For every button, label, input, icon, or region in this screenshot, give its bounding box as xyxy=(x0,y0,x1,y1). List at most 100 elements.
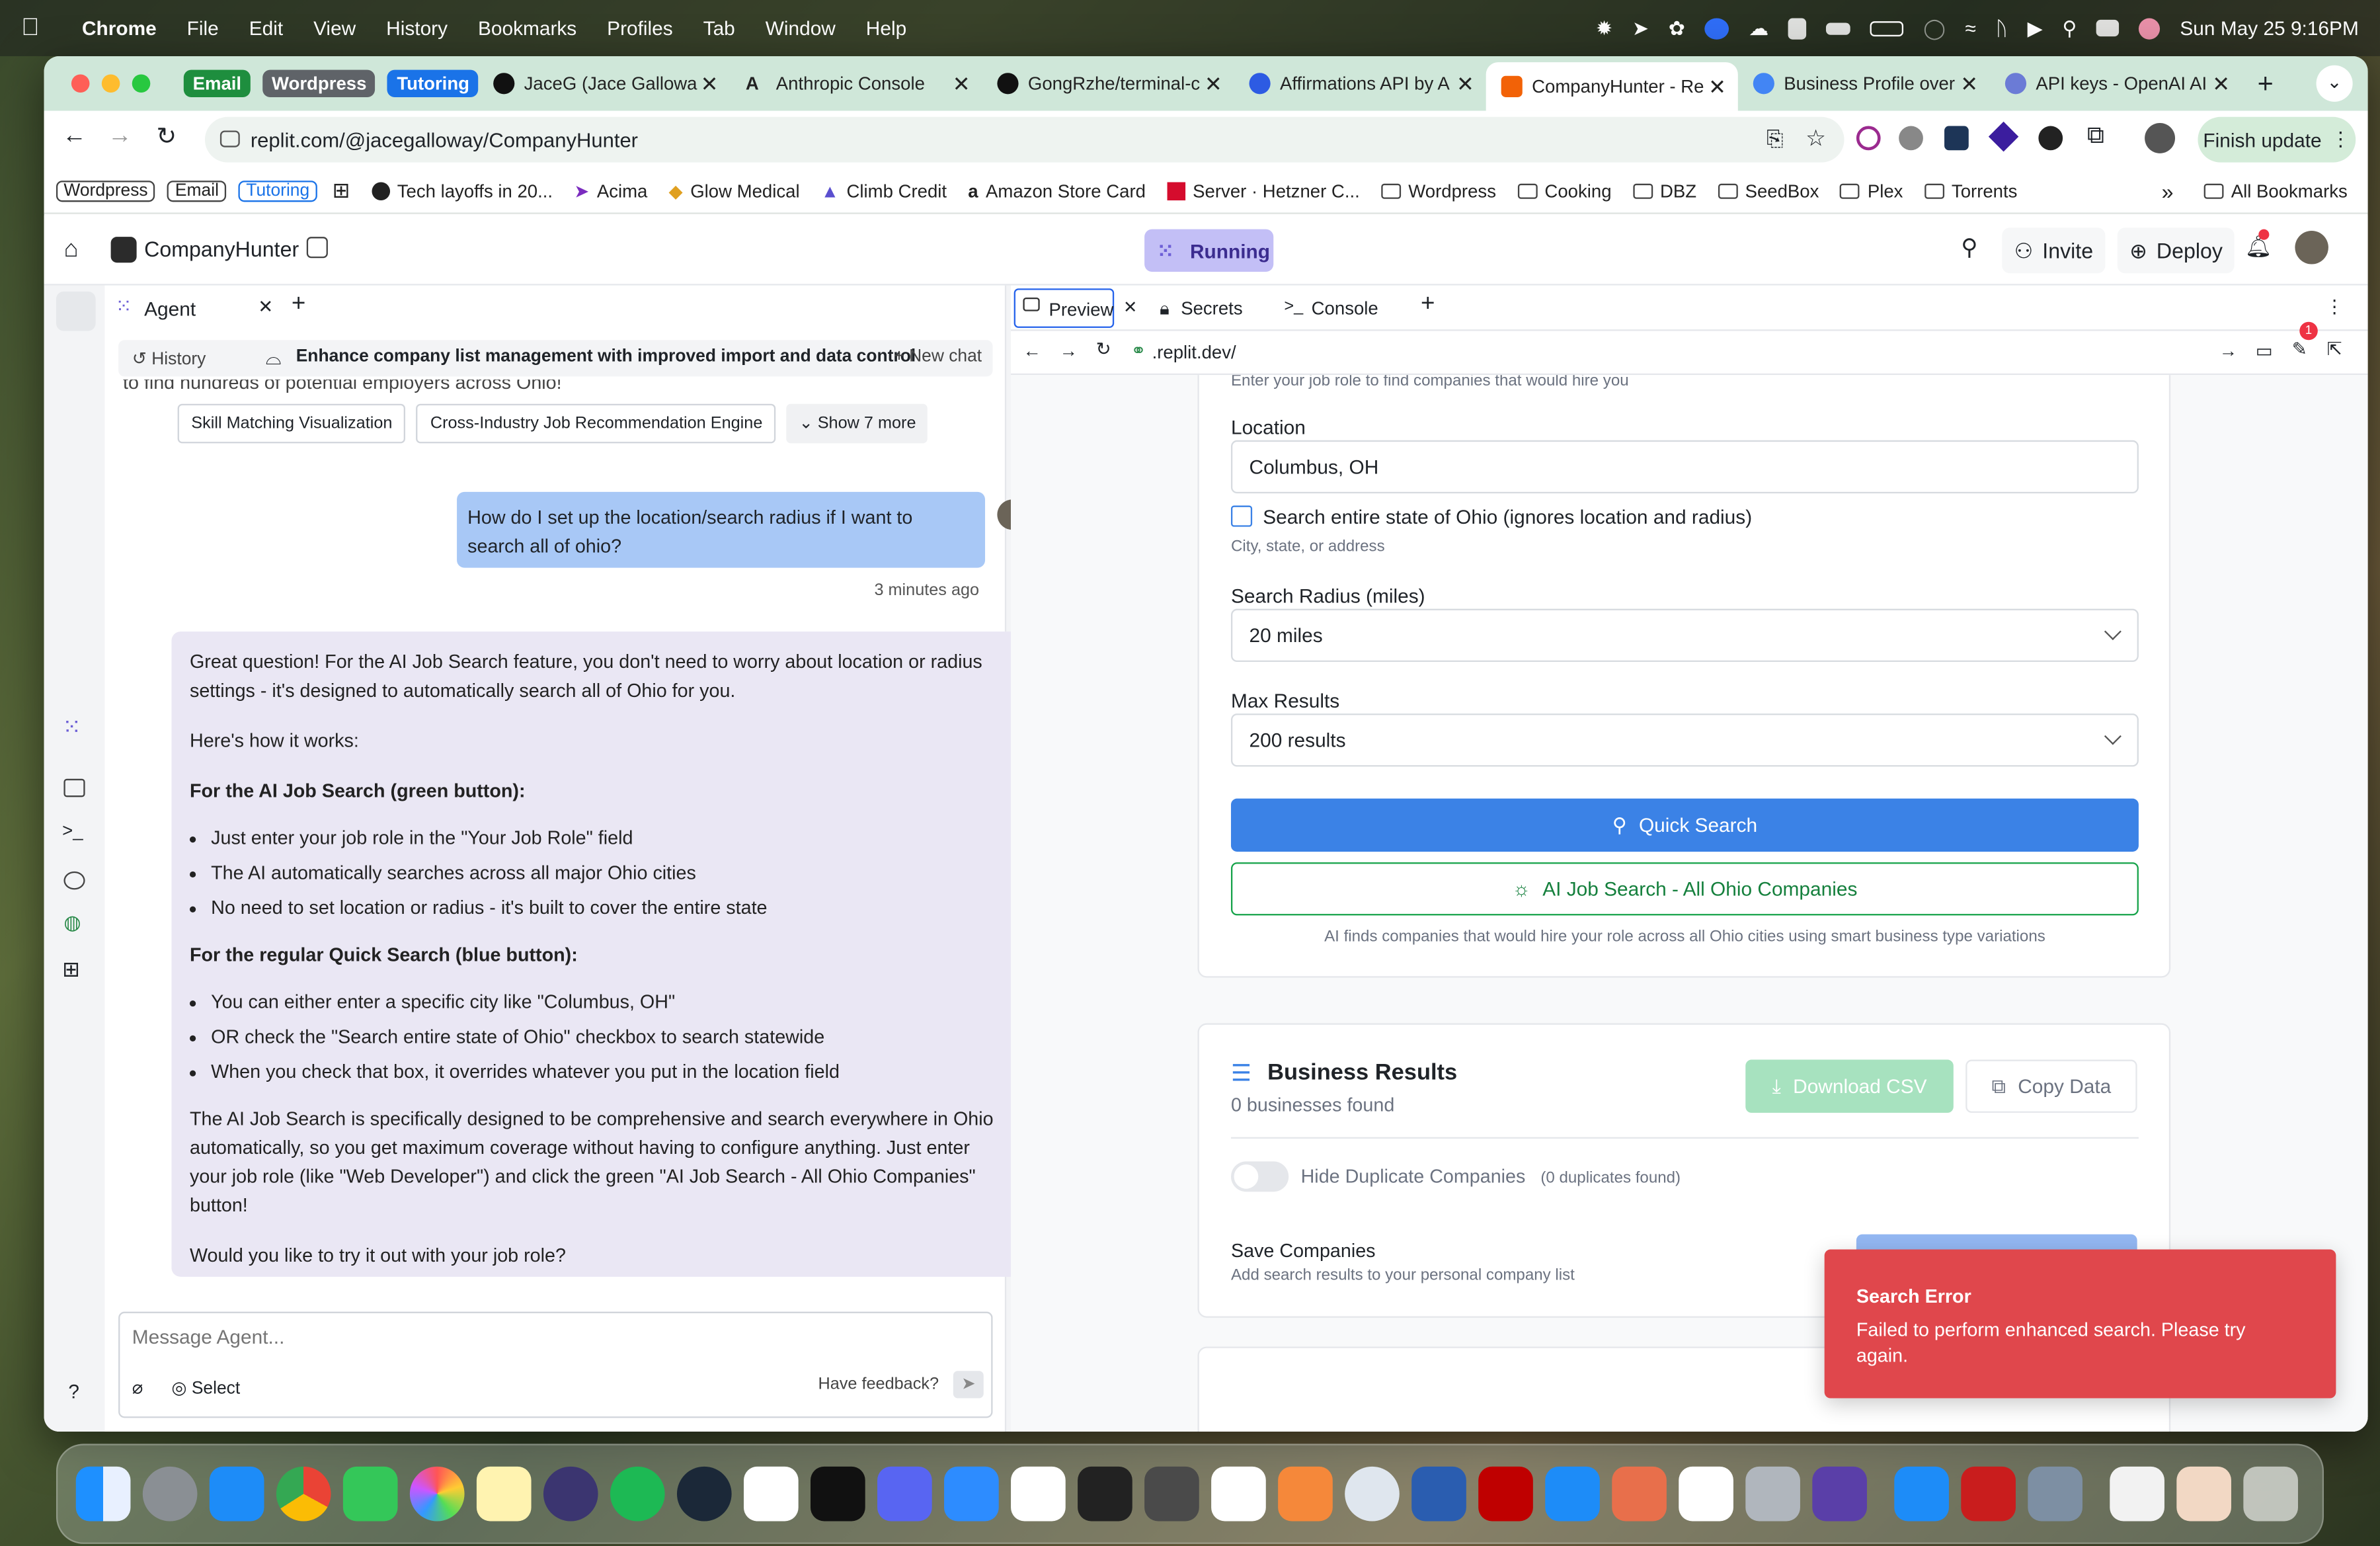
document-icon[interactable] xyxy=(2110,1466,2164,1522)
run-button[interactable]: ⁙ Running xyxy=(1144,229,1274,272)
mongodb-icon[interactable] xyxy=(1211,1466,1266,1522)
quicktime-icon[interactable] xyxy=(1345,1466,1400,1522)
close-tab-icon[interactable]: ✕ xyxy=(953,71,971,97)
rocket-icon[interactable]: ➤ xyxy=(1632,16,1649,40)
tab-companyhunter[interactable]: CompanyHunter - Re ✕ xyxy=(1486,62,1739,111)
extension-vpn-icon[interactable] xyxy=(2038,126,2063,151)
new-tab-button[interactable]: + xyxy=(2258,67,2274,99)
claude-icon[interactable]: ✹ xyxy=(1596,16,1612,40)
bookmark-folder-dbz[interactable]: DBZ xyxy=(1632,180,1696,201)
all-bookmarks[interactable]: All Bookmarks xyxy=(2203,180,2348,201)
clock[interactable]: Sun May 25 9:16PM xyxy=(2180,17,2358,39)
discord-icon[interactable] xyxy=(877,1466,932,1522)
menu-view[interactable]: View xyxy=(313,17,356,39)
tab-agent[interactable]: Agent xyxy=(144,298,196,320)
bookmark-folder-wordpress[interactable]: Wordpress xyxy=(1380,180,1496,201)
cube-app-icon[interactable] xyxy=(1078,1466,1132,1522)
agent-icon[interactable]: ⁙ xyxy=(62,713,81,741)
devtools-icon[interactable]: ✎ xyxy=(2292,339,2307,360)
max-results-select[interactable]: 200 results xyxy=(1230,713,2139,767)
tab-affirmations-api[interactable]: Affirmations API by A ✕ xyxy=(1234,62,1486,104)
steam-icon[interactable] xyxy=(676,1466,732,1522)
tab-openai-keys[interactable]: API keys - OpenAI AI ✕ xyxy=(1990,62,2242,104)
bookmark-glow-medical[interactable]: ◆ Glow Medical xyxy=(669,180,800,201)
send-icon[interactable]: ➤ xyxy=(953,1371,984,1399)
tab-preview[interactable]: Preview xyxy=(1013,288,1115,328)
url-text[interactable]: replit.com/@jacegalloway/CompanyHunter xyxy=(251,128,638,151)
minimize-window-button[interactable] xyxy=(101,74,120,93)
close-tab-icon[interactable]: ✕ xyxy=(1960,71,1978,97)
bookmark-box-email[interactable]: Email xyxy=(167,180,227,202)
database-icon[interactable] xyxy=(63,871,85,890)
history-button[interactable]: ↺ History xyxy=(132,348,206,369)
bookmark-box-wordpress[interactable]: Wordpress xyxy=(56,180,156,202)
tab-console[interactable]: Console xyxy=(1312,298,1378,319)
new-chat-button[interactable]: + New chat xyxy=(894,348,982,366)
project-name[interactable]: CompanyHunter xyxy=(144,237,299,261)
tab-github-terminal[interactable]: GongRzhe/terminal-c ✕ xyxy=(982,62,1234,104)
keypad-icon[interactable] xyxy=(1788,17,1807,39)
forward-icon[interactable]: → xyxy=(108,123,132,150)
siri-icon[interactable] xyxy=(2139,17,2161,39)
attach-icon[interactable]: ⌀ xyxy=(132,1377,143,1398)
app-folder-icon[interactable] xyxy=(1894,1466,1949,1522)
battery-icon[interactable] xyxy=(1870,20,1904,36)
download-csv-button[interactable]: ⤓ Download CSV xyxy=(1745,1059,1954,1113)
utility-icon[interactable] xyxy=(1745,1466,1800,1522)
bookmark-folder-cooking[interactable]: Cooking xyxy=(1517,180,1612,201)
zoom-icon[interactable] xyxy=(1704,17,1729,39)
spotify-icon[interactable] xyxy=(610,1466,665,1522)
ai-job-search-button[interactable]: ☼ AI Job Search - All Ohio Companies xyxy=(1230,862,2139,916)
bookmark-tech-layoffs[interactable]: Tech layoffs in 20... xyxy=(371,180,553,201)
all-tools-icon[interactable]: ⊞ xyxy=(62,956,80,982)
chip-job-recommendation[interactable]: Cross-Industry Job Recommendation Engine xyxy=(416,403,777,444)
close-tab-icon[interactable]: ✕ xyxy=(258,296,273,317)
chip-skill-matching[interactable]: Skill Matching Visualization xyxy=(177,403,407,444)
bookmark-amazon[interactable]: a Amazon Store Card xyxy=(968,180,1146,201)
screenshot-icon[interactable] xyxy=(2028,1466,2082,1522)
controller-icon[interactable] xyxy=(1812,1466,1867,1522)
bluetooth-icon[interactable]: ᚢ xyxy=(1996,17,2008,39)
system-settings-icon[interactable] xyxy=(142,1466,198,1522)
error-toast[interactable]: Search Error Failed to perform enhanced … xyxy=(1824,1249,2336,1399)
more-bookmarks-icon[interactable]: » xyxy=(2162,179,2174,203)
zoom-icon[interactable] xyxy=(944,1466,999,1522)
state-checkbox[interactable] xyxy=(1230,505,1253,527)
message-input[interactable] xyxy=(132,1325,952,1348)
xcode-icon[interactable] xyxy=(1545,1466,1600,1522)
rocket-typist-icon[interactable] xyxy=(543,1466,598,1522)
tab-search-icon[interactable]: ⌄ xyxy=(2316,65,2353,102)
file-tree-toggle-icon[interactable] xyxy=(56,291,96,331)
close-tab-icon[interactable]: ✕ xyxy=(1708,73,1726,99)
close-tab-icon[interactable]: ✕ xyxy=(1456,71,1474,97)
menu-tab[interactable]: Tab xyxy=(703,17,735,39)
profile-avatar[interactable] xyxy=(2145,122,2176,153)
bookmark-star-icon[interactable]: ☆ xyxy=(1805,124,1826,152)
apple-icon[interactable]:  xyxy=(21,15,48,42)
creative-cloud-icon[interactable]: ☁ xyxy=(1749,16,1768,40)
drive-icon[interactable] xyxy=(1826,22,1851,34)
install-app-icon[interactable]: ⎘ xyxy=(1766,126,1784,152)
help-icon[interactable]: ? xyxy=(68,1380,79,1403)
claude-icon[interactable] xyxy=(1612,1466,1667,1522)
menu-history[interactable]: History xyxy=(386,17,448,39)
reload-icon[interactable]: ↻ xyxy=(1096,339,1111,360)
terminal-icon[interactable] xyxy=(811,1466,865,1522)
notes-icon[interactable] xyxy=(476,1466,532,1522)
close-window-button[interactable] xyxy=(71,74,90,93)
bookmark-box-tutoring[interactable]: Tutoring xyxy=(238,180,317,202)
select-button[interactable]: ◎ Select xyxy=(171,1377,240,1399)
openai-icon[interactable]: ✿ xyxy=(1669,16,1685,40)
preview-icon[interactable] xyxy=(63,778,85,797)
chat-title[interactable]: Enhance company list management with imp… xyxy=(296,348,916,366)
search-icon[interactable]: ⚲ xyxy=(1961,234,1977,261)
bookmark-acima[interactable]: ➤ Acima xyxy=(574,180,647,201)
filezilla-icon[interactable] xyxy=(1478,1466,1533,1522)
finder-icon[interactable] xyxy=(75,1466,131,1522)
deploy-button[interactable]: ⊕ Deploy xyxy=(2117,227,2235,274)
close-tab-icon[interactable]: ✕ xyxy=(1205,71,1222,97)
apps-grid-icon[interactable]: ⊞ xyxy=(333,178,350,204)
location-input[interactable]: Columbus, OH xyxy=(1230,440,2139,494)
extension-react-icon[interactable] xyxy=(1944,126,1969,151)
preview-app-icon[interactable] xyxy=(1411,1466,1466,1522)
